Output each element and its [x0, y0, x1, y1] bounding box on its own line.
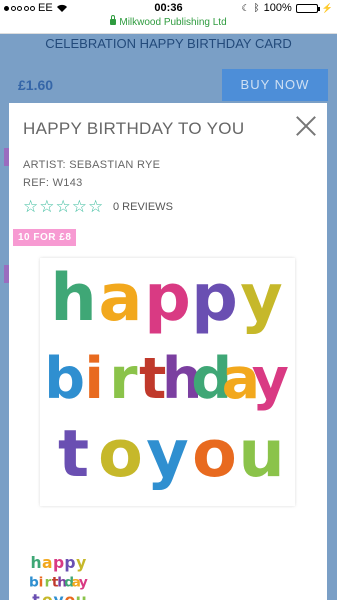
star-icon: ☆ — [88, 197, 104, 216]
card-letter: b — [44, 346, 85, 412]
url-bar[interactable]: Milkwood Publishing Ltd — [0, 15, 337, 34]
buy-now-button[interactable]: BUY NOW — [222, 69, 328, 101]
card-letter: o — [192, 417, 237, 492]
status-right: ☾ ᛒ 100% ⚡ — [242, 2, 333, 14]
background-page-title: CELEBRATION HAPPY BIRTHDAY CARD — [45, 36, 292, 51]
card-letter: a — [99, 261, 143, 336]
close-icon[interactable] — [295, 115, 317, 137]
card-letter: t — [32, 591, 40, 600]
card-image[interactable]: happybirthdaytoyou — [40, 258, 295, 506]
site-name: Milkwood Publishing Ltd — [119, 17, 227, 28]
card-letter: r — [109, 346, 137, 412]
card-letter: i — [84, 346, 104, 412]
card-artwork: h a p p yb i r thdayt o y o u — [44, 261, 289, 492]
artist-label: ARTIST: SEBASTIAN RYE — [23, 159, 161, 171]
card-letter: o — [42, 591, 53, 600]
card-letter: y — [54, 591, 64, 600]
rating-stars[interactable]: ☆ ☆ ☆ ☆ ☆ — [23, 198, 103, 216]
charging-icon: ⚡ — [321, 2, 333, 13]
card-letter: b — [29, 575, 39, 591]
star-icon: ☆ — [23, 197, 39, 216]
product-title: HAPPY BIRTHDAY TO YOU — [23, 119, 245, 138]
card-letter: p — [53, 554, 64, 572]
card-letter: a — [42, 554, 53, 572]
battery-icon — [295, 3, 320, 13]
card-letter: p — [64, 554, 75, 572]
card-letter: y — [146, 417, 188, 492]
card-letter: t — [58, 417, 89, 492]
lock-icon — [110, 15, 117, 25]
card-thumbnail[interactable]: happybirthdaytoyou — [28, 553, 90, 600]
reviews-link[interactable]: 0 REVIEWS — [113, 201, 173, 213]
star-icon: ☆ — [55, 197, 71, 216]
product-modal: HAPPY BIRTHDAY TO YOU ARTIST: SEBASTIAN … — [9, 103, 327, 600]
thumbnail-artwork: happybirthdaytoyou — [29, 554, 88, 600]
moon-icon: ☾ — [241, 2, 250, 13]
card-letter: y — [252, 346, 289, 412]
bluetooth-icon: ᛒ — [253, 2, 260, 14]
card-letter: o — [65, 591, 76, 600]
card-letter: i — [39, 575, 44, 591]
offer-badge: 10 FOR £8 — [13, 229, 77, 246]
card-letter: u — [238, 417, 284, 492]
card-letter: h — [30, 554, 41, 572]
star-icon: ☆ — [71, 197, 87, 216]
ref-label: REF: W143 — [23, 177, 83, 189]
background-price: £1.60 — [18, 77, 54, 93]
card-letter: p — [191, 261, 238, 336]
card-letter: r — [45, 575, 52, 591]
card-letter: o — [98, 417, 143, 492]
card-letter: y — [240, 261, 282, 336]
status-bar: EE 00:36 ☾ ᛒ 100% ⚡ — [0, 0, 337, 17]
card-letter: p — [144, 261, 191, 336]
card-letter: h — [50, 261, 96, 336]
card-letter: u — [76, 591, 87, 600]
card-letter: y — [76, 554, 86, 572]
card-letter: y — [79, 575, 88, 591]
battery-percent: 100% — [263, 2, 292, 14]
star-icon: ☆ — [39, 197, 55, 216]
